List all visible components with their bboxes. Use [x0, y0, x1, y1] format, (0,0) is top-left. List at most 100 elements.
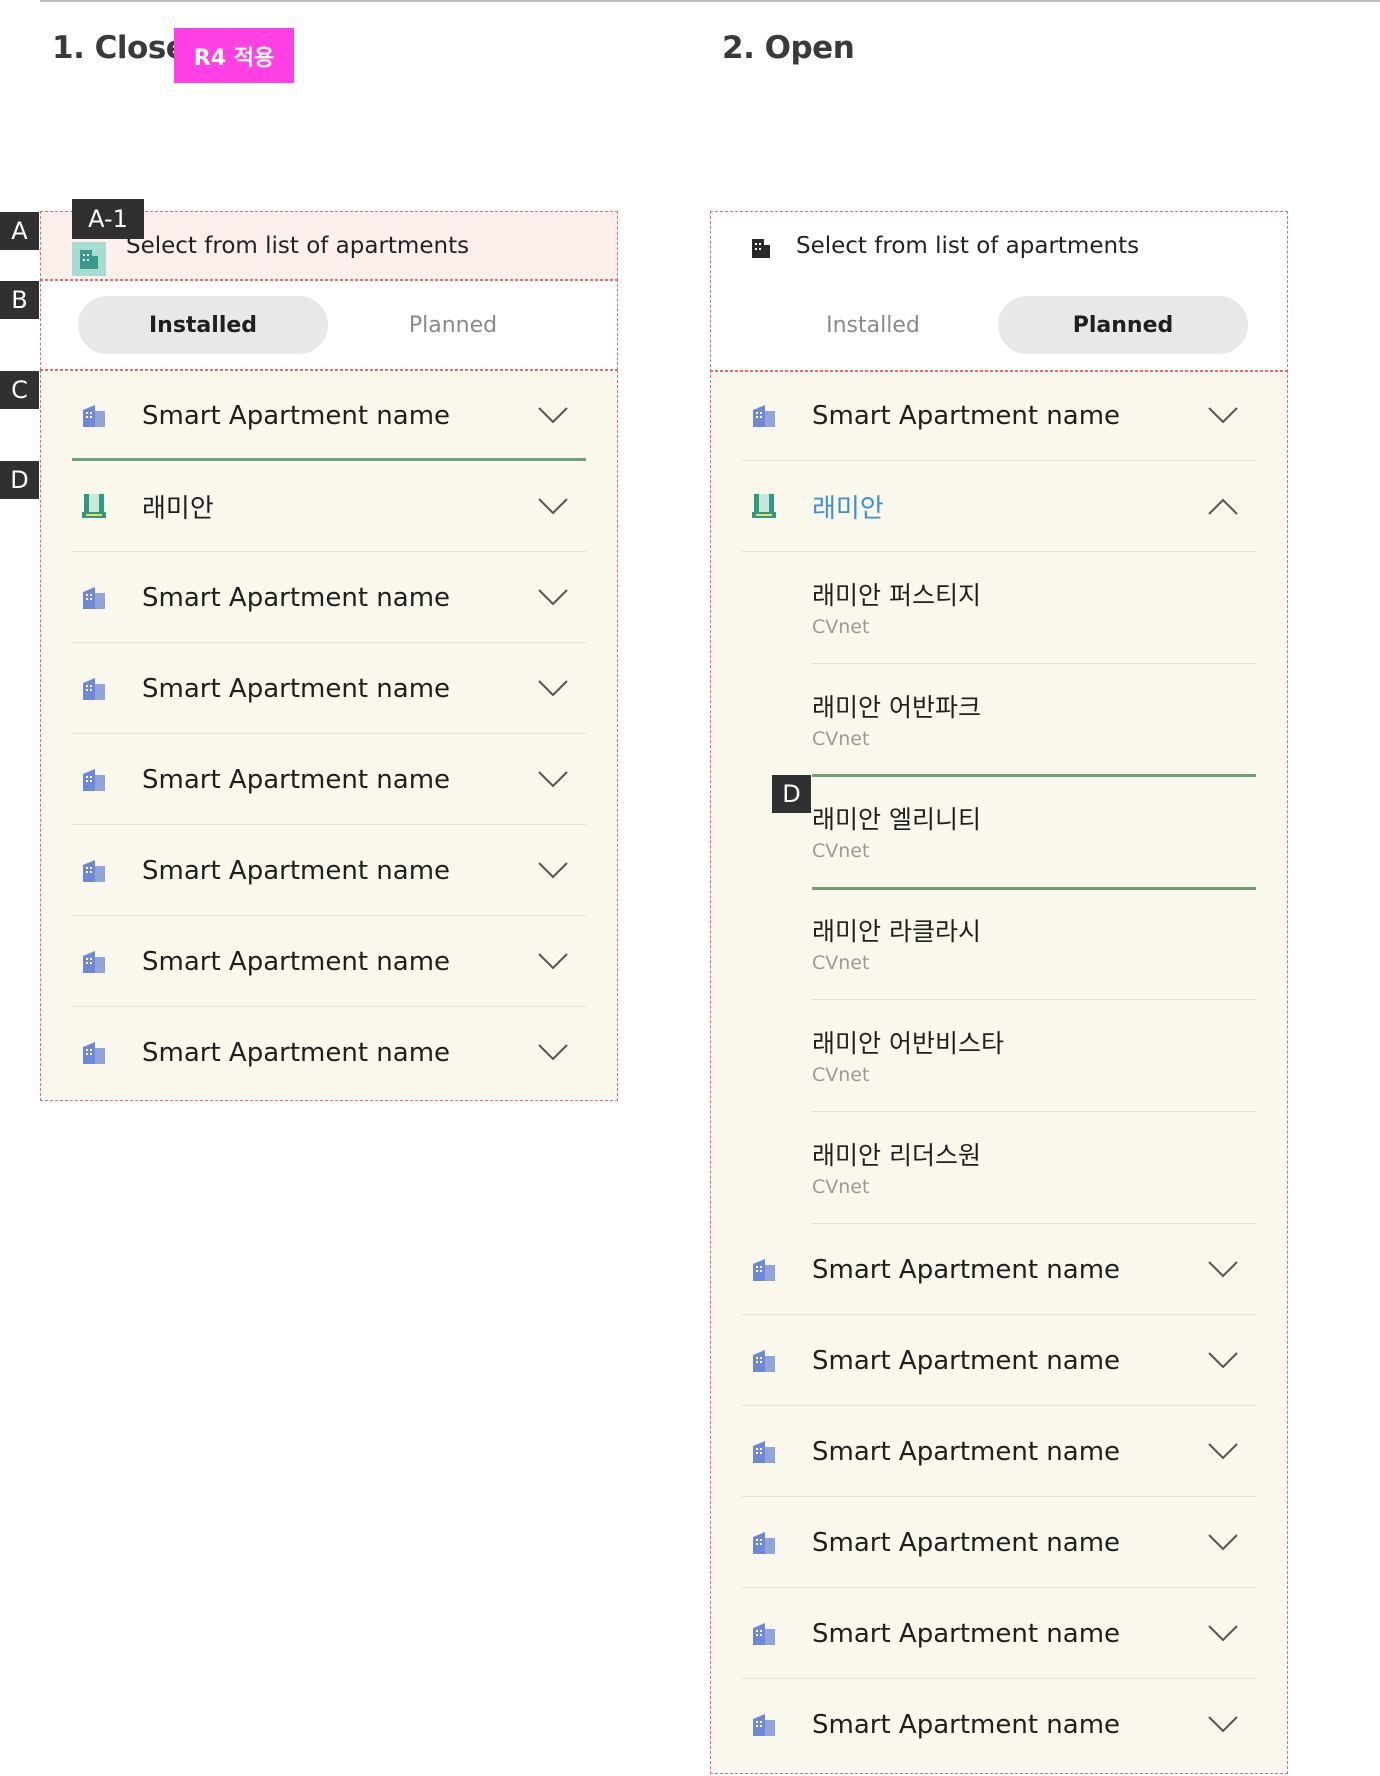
apartment-name: Smart Apartment name — [812, 1436, 1121, 1467]
apartment-row[interactable]: Smart Apartment name — [40, 825, 618, 916]
apartment-name: 래미안 — [812, 494, 884, 524]
apartment-name: Smart Apartment name — [142, 764, 451, 795]
apartment-name: Smart Apartment name — [142, 946, 451, 977]
raemian-logo-icon — [80, 492, 108, 520]
apartment-row[interactable]: Smart Apartment name — [40, 916, 618, 1007]
apartment-row[interactable]: Smart Apartment name — [710, 370, 1288, 461]
apartment-row[interactable]: Smart Apartment name — [40, 552, 618, 643]
tab-installed[interactable]: Installed — [748, 296, 998, 354]
apartment-name: Smart Apartment name — [812, 400, 1121, 431]
marker-d: D — [772, 775, 811, 813]
marker-a: A — [0, 212, 39, 250]
tab-planned[interactable]: Planned — [328, 296, 578, 354]
building-icon — [750, 1528, 778, 1556]
sub-apartment-item[interactable]: 래미안 퍼스티지 CVnet — [710, 552, 1288, 664]
tab-bar: Installed Planned — [710, 281, 1288, 370]
building-icon — [750, 1255, 778, 1283]
chevron-down-icon[interactable] — [536, 584, 570, 610]
panel-header[interactable]: Select from list of apartments — [710, 211, 1288, 281]
sub-apartment-vendor: CVnet — [812, 1176, 870, 1198]
apartment-row[interactable]: Smart Apartment name — [40, 734, 618, 825]
marker-d: D — [0, 461, 39, 499]
apartment-row[interactable]: Smart Apartment name — [710, 1588, 1288, 1679]
building-icon — [750, 1346, 778, 1374]
section-title-open: 2. Open — [722, 30, 855, 66]
chevron-down-icon[interactable] — [1206, 1347, 1240, 1373]
chevron-up-icon[interactable] — [1206, 493, 1240, 519]
apartment-row[interactable]: Smart Apartment name — [710, 1315, 1288, 1406]
sub-apartment-item[interactable]: 래미안 어반비스타 CVnet — [710, 1000, 1288, 1112]
marker-a1: A-1 — [72, 199, 144, 239]
apartment-name: Smart Apartment name — [142, 582, 451, 613]
building-icon — [80, 947, 108, 975]
building-icon — [750, 1437, 778, 1465]
apartment-row[interactable]: Smart Apartment name — [710, 1497, 1288, 1588]
building-icon — [80, 856, 108, 884]
apartment-name: 래미안 — [142, 494, 214, 524]
chevron-down-icon[interactable] — [536, 1039, 570, 1065]
chevron-down-icon[interactable] — [536, 402, 570, 428]
sub-apartment-vendor: CVnet — [812, 952, 870, 974]
sub-apartment-vendor: CVnet — [812, 728, 870, 750]
apartment-list: Smart Apartment name 래미안 Smart Apartment n… — [40, 370, 618, 1098]
chevron-down-icon[interactable] — [1206, 1529, 1240, 1555]
sub-apartment-vendor: CVnet — [812, 616, 870, 638]
marker-b: B — [0, 281, 39, 319]
chevron-down-icon[interactable] — [1206, 1438, 1240, 1464]
sub-apartment-name: 래미안 리더스원 — [812, 1141, 981, 1170]
apartment-row[interactable]: 래미안 — [40, 461, 618, 552]
apartment-name: Smart Apartment name — [142, 673, 451, 704]
building-icon — [80, 674, 108, 702]
apartment-row[interactable]: Smart Apartment name — [40, 643, 618, 734]
building-icon — [80, 583, 108, 611]
chevron-down-icon[interactable] — [1206, 1711, 1240, 1737]
apartment-row[interactable]: Smart Apartment name — [710, 1679, 1288, 1770]
apartment-name: Smart Apartment name — [142, 855, 451, 886]
building-icon — [72, 242, 106, 276]
marker-c: C — [0, 371, 39, 409]
chevron-down-icon[interactable] — [1206, 402, 1240, 428]
tab-installed[interactable]: Installed — [78, 296, 328, 354]
sub-apartment-name: 래미안 라클라시 — [812, 917, 981, 946]
apartment-list: Smart Apartment name 래미안 래미안 퍼스티지 CVnet 래미안 … — [710, 370, 1288, 1770]
chevron-down-icon[interactable] — [536, 493, 570, 519]
building-icon — [80, 1038, 108, 1066]
sub-apartment-vendor: CVnet — [812, 840, 870, 862]
sub-apartment-item[interactable]: 래미안 라클라시 CVnet — [710, 888, 1288, 1000]
apartment-name: Smart Apartment name — [812, 1618, 1121, 1649]
apartment-row[interactable]: Smart Apartment name — [40, 1007, 618, 1098]
building-icon — [80, 401, 108, 429]
raemian-logo-icon — [750, 492, 778, 520]
sub-apartment-item[interactable]: 래미안 어반파크 CVnet — [710, 664, 1288, 776]
sub-apartment-name: 래미안 어반비스타 — [812, 1029, 1004, 1058]
chevron-down-icon[interactable] — [1206, 1620, 1240, 1646]
sub-apartment-name: 래미안 엘리니티 — [812, 805, 981, 834]
sub-apartment-vendor: CVnet — [812, 1064, 870, 1086]
chevron-down-icon[interactable] — [536, 857, 570, 883]
apartment-name: Smart Apartment name — [812, 1254, 1121, 1285]
chevron-down-icon[interactable] — [536, 675, 570, 701]
sub-apartment-name: 래미안 어반파크 — [812, 693, 981, 722]
close-panel: Select from list of apartments Installed… — [40, 211, 618, 1098]
building-icon — [750, 1619, 778, 1647]
section-title-close: 1. Close — [52, 30, 187, 66]
sub-apartment-name: 래미안 퍼스티지 — [812, 581, 981, 610]
apartment-name: Smart Apartment name — [142, 1037, 451, 1068]
apartment-row[interactable]: Smart Apartment name — [40, 370, 618, 461]
sub-apartment-item[interactable]: 래미안 리더스원 CVnet — [710, 1112, 1288, 1224]
apartment-name: Smart Apartment name — [812, 1527, 1121, 1558]
tab-planned[interactable]: Planned — [998, 296, 1248, 354]
apartment-row[interactable]: 래미안 — [710, 461, 1288, 552]
apartment-row[interactable]: Smart Apartment name — [710, 1224, 1288, 1315]
apartment-name: Smart Apartment name — [812, 1345, 1121, 1376]
header-label: Select from list of apartments — [796, 233, 1140, 259]
chevron-down-icon[interactable] — [1206, 1256, 1240, 1282]
chevron-down-icon[interactable] — [536, 948, 570, 974]
header-label: Select from list of apartments — [126, 233, 470, 259]
chevron-down-icon[interactable] — [536, 766, 570, 792]
building-icon — [750, 1710, 778, 1738]
apartment-row[interactable]: Smart Apartment name — [710, 1406, 1288, 1497]
building-icon — [750, 401, 778, 429]
tab-bar: Installed Planned — [40, 281, 618, 370]
open-panel: Select from list of apartments Installed… — [710, 211, 1288, 1770]
